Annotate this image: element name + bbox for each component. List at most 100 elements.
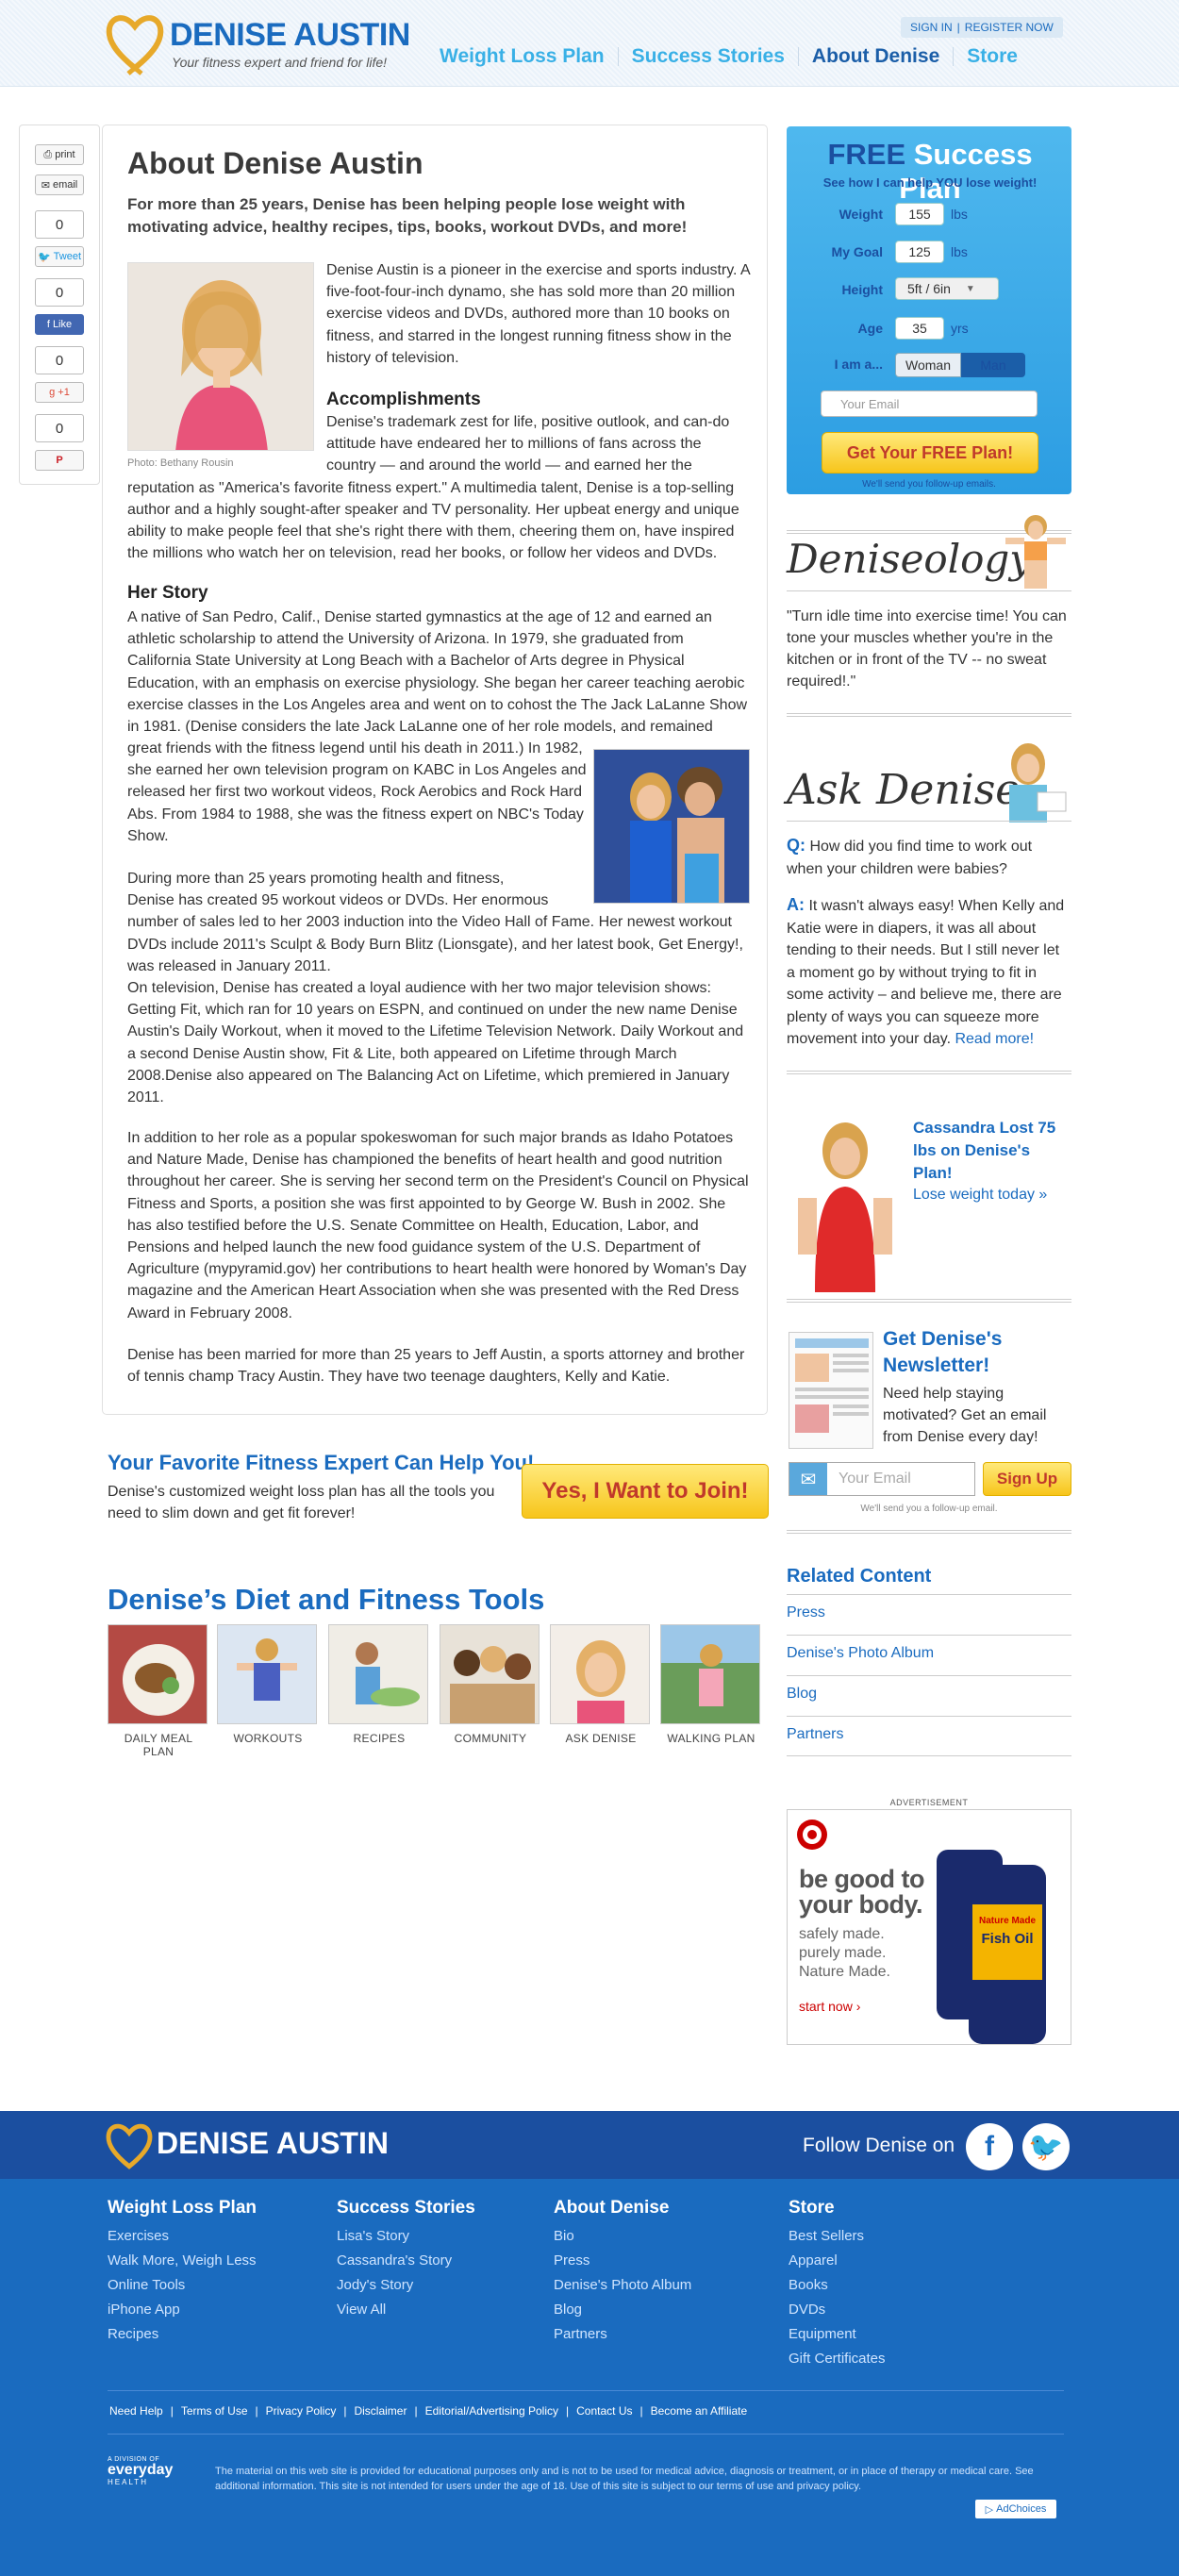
newsletter-title: Get Denise's Newsletter! <box>883 1328 1003 1376</box>
lose-weight-link[interactable]: Lose weight today » <box>913 1187 1047 1204</box>
read-more-link[interactable]: Read more! <box>955 1031 1034 1047</box>
register-link[interactable]: REGISTER NOW <box>965 21 1054 34</box>
footer-col-head[interactable]: Success Stories <box>337 2198 475 2219</box>
age-input[interactable]: 35 <box>895 317 944 340</box>
legal-link-privacy[interactable]: Privacy Policy <box>266 2404 337 2418</box>
footer-link[interactable]: Gift Certificates <box>789 2347 886 2371</box>
footer-link[interactable]: Recipes <box>108 2322 257 2347</box>
gplus-icon: g <box>49 387 56 398</box>
cassandra-image[interactable] <box>787 1113 909 1292</box>
footer-link[interactable]: Best Sellers <box>789 2224 886 2249</box>
weight-input[interactable]: 155 <box>895 203 944 225</box>
footer-col-head[interactable]: Weight Loss Plan <box>108 2198 257 2219</box>
related-link-photo-album[interactable]: Denise's Photo Album <box>787 1635 1071 1675</box>
cassandra-title[interactable]: Cassandra Lost 75 lbs on Denise's Plan! <box>913 1117 1071 1185</box>
tool-ask-denise[interactable]: ASK DENISE <box>550 1624 652 1745</box>
print-button[interactable]: ⎙ print <box>35 144 84 165</box>
accomplishments-text-top: Denise's trademark zest for life, positi… <box>326 414 730 474</box>
footer-disclaimer: The material on this web site is provide… <box>215 2466 1034 2492</box>
nav-about-denise[interactable]: About Denise <box>812 45 939 68</box>
footer-link[interactable]: Online Tools <box>108 2273 257 2298</box>
plan-email-input[interactable]: Your Email <box>821 391 1038 417</box>
facebook-icon[interactable]: f <box>966 2123 1013 2170</box>
heart-logo-icon[interactable] <box>106 9 164 75</box>
gplus-button[interactable]: g +1 <box>35 382 84 403</box>
related-link-blog[interactable]: Blog <box>787 1675 1071 1716</box>
advertisement-banner[interactable]: be good to your body. safely made. purel… <box>787 1809 1071 2045</box>
envelope-icon: ✉ <box>41 179 50 191</box>
legal-link-affiliate[interactable]: Become an Affiliate <box>651 2404 748 2418</box>
footer-link[interactable]: Blog <box>554 2298 691 2322</box>
footer-logo-name[interactable]: DENISE AUSTIN <box>157 2126 389 2161</box>
plan-note: We'll send you follow-up emails. <box>862 479 996 490</box>
related-content-title: Related Content <box>787 1566 932 1587</box>
get-free-plan-button[interactable]: Get Your FREE Plan! <box>822 432 1038 474</box>
goal-input[interactable]: 125 <box>895 241 944 263</box>
gplus-count: 0 <box>35 346 84 374</box>
footer-link[interactable]: Partners <box>554 2322 691 2347</box>
footer-link[interactable]: Jody's Story <box>337 2273 475 2298</box>
footer-link[interactable]: DVDs <box>789 2298 886 2322</box>
nav-store[interactable]: Store <box>967 45 1018 68</box>
tweet-button[interactable]: 🐦 Tweet <box>35 246 84 267</box>
like-button[interactable]: f Like <box>35 314 84 335</box>
accomplishments-paragraph: Denise's trademark zest for life, positi… <box>127 411 750 564</box>
legal-link-terms[interactable]: Terms of Use <box>181 2404 248 2418</box>
footer-link[interactable]: Press <box>554 2249 691 2273</box>
walking-illustration <box>661 1625 759 1723</box>
tool-workouts[interactable]: WORKOUTS <box>217 1624 319 1745</box>
footer-col-store: Store Best Sellers Apparel Books DVDs Eq… <box>789 2198 886 2371</box>
height-select[interactable]: 5ft / 6in ▼ <box>895 277 999 300</box>
footer-link[interactable]: Lisa's Story <box>337 2224 475 2249</box>
tool-daily-meal-plan[interactable]: DAILY MEAL PLAN <box>108 1624 209 1758</box>
footer-link[interactable]: Exercises <box>108 2224 257 2249</box>
legal-link-contact[interactable]: Contact Us <box>576 2404 632 2418</box>
ad-cta-label: start now <box>799 1999 853 2014</box>
tool-caption: RECIPES <box>353 1732 406 1745</box>
tool-walking-plan[interactable]: WALKING PLAN <box>660 1624 762 1745</box>
adchoices-button[interactable]: ▷ AdChoices <box>975 2500 1056 2518</box>
footer-link[interactable]: Apparel <box>789 2249 886 2273</box>
legal-link-disclaimer[interactable]: Disclaimer <box>354 2404 407 2418</box>
logo-name[interactable]: DENISE AUSTIN <box>170 17 410 54</box>
twitter-bird-icon[interactable]: 🐦 <box>1022 2123 1070 2170</box>
tool-recipes[interactable]: RECIPES <box>328 1624 430 1745</box>
footer-link[interactable]: Bio <box>554 2224 691 2249</box>
email-button[interactable]: ✉ email <box>35 175 84 195</box>
gender-man-button[interactable]: Man <box>961 353 1025 377</box>
legal-link-need-help[interactable]: Need Help <box>109 2404 163 2418</box>
main-nav: Weight Loss Plan Success Stories About D… <box>440 45 1018 68</box>
footer-link[interactable]: Books <box>789 2273 886 2298</box>
footer-link[interactable]: Denise's Photo Album <box>554 2273 691 2298</box>
everyday-health-logo[interactable]: A DIVISION OF everyday HEALTH <box>108 2456 202 2494</box>
join-button[interactable]: Yes, I Want to Join! <box>522 1464 769 1519</box>
footer-link[interactable]: Walk More, Weigh Less <box>108 2249 257 2273</box>
tool-caption: WALKING PLAN <box>667 1732 756 1745</box>
nav-success-stories[interactable]: Success Stories <box>632 45 785 68</box>
ask-denise-illustration <box>551 1625 649 1723</box>
height-label: Height <box>841 282 883 297</box>
meal-plate-illustration <box>108 1625 207 1723</box>
story-paragraph-continued: great friends with the fitness legend un… <box>127 740 587 844</box>
height-value: 5ft / 6in <box>907 281 951 296</box>
gender-woman-button[interactable]: Woman <box>895 353 961 377</box>
legal-link-editorial[interactable]: Editorial/Advertising Policy <box>425 2404 558 2418</box>
newsletter-signup-button[interactable]: Sign Up <box>983 1462 1071 1496</box>
email-label: email <box>52 179 78 191</box>
footer-link[interactable]: iPhone App <box>108 2298 257 2322</box>
footer-link[interactable]: View All <box>337 2298 475 2322</box>
nav-weight-loss-plan[interactable]: Weight Loss Plan <box>440 45 605 68</box>
adchoices-label: AdChoices <box>996 2503 1047 2515</box>
tool-community[interactable]: COMMUNITY <box>440 1624 541 1745</box>
footer-col-head[interactable]: Store <box>789 2198 886 2219</box>
ad-start-now-link[interactable]: start now › <box>799 1999 860 2014</box>
related-link-press[interactable]: Press <box>787 1594 1071 1635</box>
footer-link[interactable]: Cassandra's Story <box>337 2249 475 2273</box>
heart-logo-icon[interactable] <box>106 2119 153 2173</box>
pinterest-button[interactable]: P <box>35 450 84 471</box>
sign-in-link[interactable]: SIGN IN <box>910 21 953 34</box>
footer-col-head[interactable]: About Denise <box>554 2198 691 2219</box>
related-link-partners[interactable]: Partners <box>787 1716 1071 1756</box>
footer-link[interactable]: Equipment <box>789 2322 886 2347</box>
newsletter-email-input[interactable]: ✉ Your Email <box>789 1462 975 1496</box>
